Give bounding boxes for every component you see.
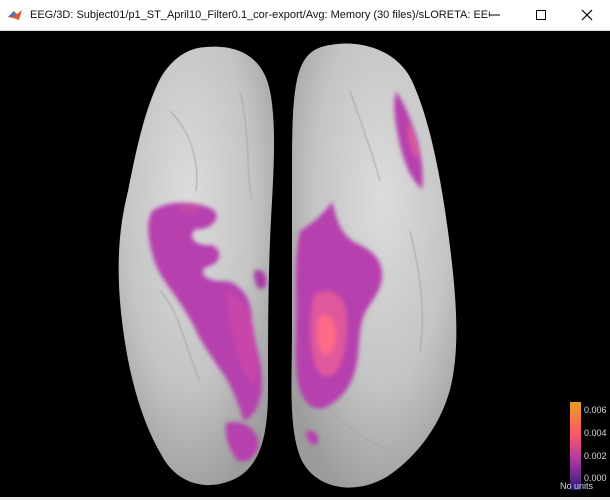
title-bar[interactable]: EEG/3D: Subject01/p1_ST_April10_Filter0.…	[0, 0, 610, 31]
colorbar-tick-2: 0.002	[584, 451, 607, 461]
colorbar[interactable]	[570, 402, 581, 490]
cortex-surface[interactable]	[0, 31, 610, 500]
maximize-button[interactable]	[518, 0, 564, 30]
window-title: EEG/3D: Subject01/p1_ST_April10_Filter0.…	[30, 9, 490, 21]
colorbar-tick-1: 0.004	[584, 428, 607, 438]
3d-viewport[interactable]	[0, 31, 610, 500]
maximize-icon	[536, 10, 546, 20]
minimize-icon	[490, 14, 500, 16]
close-icon	[581, 9, 593, 21]
figure-window: EEG/3D: Subject01/p1_ST_April10_Filter0.…	[0, 0, 610, 500]
minimize-button[interactable]	[472, 0, 518, 30]
colorbar-units: No units	[560, 481, 594, 491]
window-controls	[472, 0, 610, 30]
matlab-icon	[0, 0, 30, 30]
close-button[interactable]	[564, 0, 610, 30]
colorbar-tick-0: 0.006	[584, 405, 607, 415]
